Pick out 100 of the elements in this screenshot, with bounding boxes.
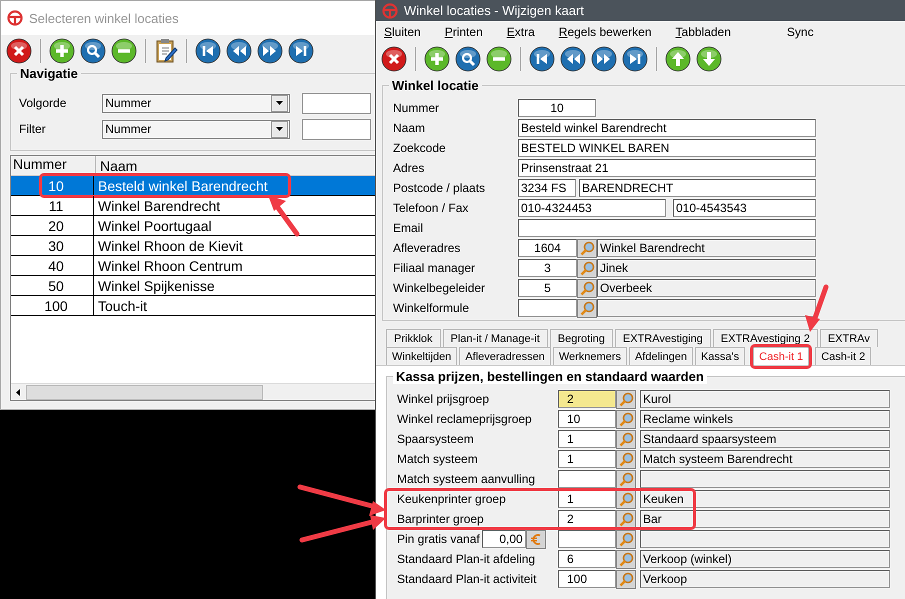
description-field: Verkoop (winkel) — [640, 550, 890, 568]
field-label: Winkelbegeleider — [393, 281, 486, 295]
skip-start-icon[interactable] — [195, 38, 221, 64]
input-field[interactable]: 10 — [518, 99, 596, 117]
dropdown-field[interactable]: Nummer — [102, 120, 290, 138]
rewind-icon[interactable] — [226, 38, 252, 64]
tab[interactable]: Begroting — [550, 329, 613, 347]
input-field[interactable] — [558, 530, 616, 548]
plus-icon[interactable] — [424, 46, 450, 72]
lookup-button[interactable] — [577, 258, 597, 278]
input-field[interactable] — [302, 92, 371, 114]
menu-item[interactable]: Regels bewerken — [558, 25, 652, 39]
lookup-button[interactable] — [616, 570, 636, 588]
search-icon — [618, 412, 634, 426]
table-cell-text: 20 — [47, 218, 65, 234]
rewind-icon[interactable] — [560, 46, 586, 72]
skip-end-icon[interactable] — [622, 46, 648, 72]
skip-start-icon[interactable] — [529, 46, 555, 72]
input-field[interactable]: 3234 FS — [518, 179, 576, 197]
group-title: Winkel locatie — [389, 78, 482, 93]
lookup-button[interactable] — [577, 278, 597, 298]
search-icon[interactable] — [80, 38, 106, 64]
horizontal-scrollbar[interactable] — [11, 383, 378, 400]
lookup-button[interactable] — [616, 470, 636, 488]
fast-forward-icon[interactable] — [591, 46, 617, 72]
search-icon — [618, 492, 634, 506]
input-field[interactable]: Besteld winkel Barendrecht — [518, 119, 816, 137]
description-field: Bar — [640, 510, 890, 528]
lookup-button[interactable] — [616, 410, 636, 428]
input-field[interactable]: 100 — [558, 570, 616, 588]
input-field[interactable]: 0,00 — [482, 530, 526, 548]
input-field[interactable]: 1 — [558, 450, 616, 468]
tab[interactable]: Kassa's — [694, 347, 746, 365]
input-field[interactable]: 010-4543543 — [673, 199, 816, 217]
input-field[interactable]: 10 — [558, 410, 616, 428]
skip-end-icon[interactable] — [288, 38, 314, 64]
close-icon[interactable] — [6, 38, 32, 64]
tab[interactable]: Cash-it 2 — [815, 347, 872, 365]
input-field[interactable]: BESTELD WINKEL BAREN — [518, 139, 816, 157]
lookup-button[interactable] — [616, 430, 636, 448]
input-field[interactable] — [558, 470, 616, 488]
input-field[interactable]: Prinsenstraat 21 — [518, 159, 816, 177]
search-icon[interactable] — [455, 46, 481, 72]
minus-icon[interactable] — [486, 46, 512, 72]
description-field: Overbeek — [597, 279, 816, 297]
field-label: Nummer — [393, 101, 440, 115]
input-field[interactable]: 1604 — [518, 239, 577, 257]
lookup-button[interactable] — [577, 298, 597, 318]
lookup-button[interactable] — [616, 510, 636, 528]
menu-item[interactable]: Sluiten — [384, 25, 421, 39]
input-field[interactable]: 2 — [558, 510, 616, 528]
tab[interactable]: Plan-it / Manage-it — [442, 329, 548, 347]
plus-icon[interactable] — [49, 38, 75, 64]
field-label: Winkel reclameprijsgroep — [397, 412, 533, 426]
description-field: Kurol — [640, 390, 890, 408]
menu-item[interactable]: Sync — [786, 25, 814, 39]
tab[interactable]: EXTRAv — [820, 329, 878, 347]
tab[interactable]: Afleveradressen — [459, 347, 551, 365]
tab[interactable]: EXTRAvestiging 2 — [712, 329, 818, 347]
input-field[interactable] — [302, 118, 371, 140]
close-icon[interactable] — [381, 46, 407, 72]
input-field[interactable]: 5 — [518, 279, 577, 297]
tab[interactable]: Werknemers — [552, 347, 627, 365]
lookup-button[interactable] — [616, 390, 636, 408]
tab[interactable]: Winkeltijden — [386, 347, 458, 365]
input-field[interactable]: 1 — [558, 430, 616, 448]
field-label: Filiaal manager — [393, 261, 476, 275]
input-field[interactable] — [518, 299, 577, 317]
fast-forward-icon[interactable] — [257, 38, 283, 64]
column-header[interactable]: Nummer — [11, 156, 95, 175]
menu-item[interactable]: Printen — [444, 25, 483, 39]
lookup-button[interactable] — [616, 530, 636, 548]
search-icon — [618, 452, 634, 466]
field-label: Filter — [19, 122, 47, 136]
euro-icon — [530, 532, 542, 546]
tab[interactable]: Afdelingen — [628, 347, 693, 365]
search-icon — [618, 512, 634, 526]
table-row[interactable]: 10 Besteld winkel Barendrecht — [11, 176, 378, 196]
input-field[interactable]: BARENDRECHT — [579, 179, 816, 197]
minus-icon[interactable] — [111, 38, 137, 64]
search-icon — [618, 392, 634, 406]
tab[interactable]: EXTRAvestiging — [614, 329, 711, 347]
tab[interactable]: Prikklok — [386, 329, 441, 347]
group-title: Navigatie — [17, 66, 81, 81]
menu-item[interactable]: Tabbladen — [676, 25, 731, 39]
input-field[interactable]: 6 — [558, 550, 616, 568]
input-field[interactable]: 010-4324453 — [518, 199, 666, 217]
dropdown-field[interactable]: Nummer — [102, 94, 290, 112]
input-field[interactable]: 3 — [518, 259, 577, 277]
input-field[interactable]: 1 — [558, 490, 616, 508]
menu-item[interactable]: Extra — [506, 25, 535, 39]
lookup-button[interactable] — [616, 550, 636, 568]
input-field[interactable] — [518, 219, 816, 237]
lookup-button[interactable] — [577, 238, 597, 258]
lookup-button[interactable] — [616, 450, 636, 468]
field-label: Spaarsysteem — [397, 432, 475, 446]
currency-button[interactable] — [526, 530, 546, 548]
clipboard-icon[interactable] — [154, 38, 178, 64]
input-field[interactable]: 2 — [558, 390, 616, 408]
field-label: Keukenprinter groep — [397, 492, 507, 506]
